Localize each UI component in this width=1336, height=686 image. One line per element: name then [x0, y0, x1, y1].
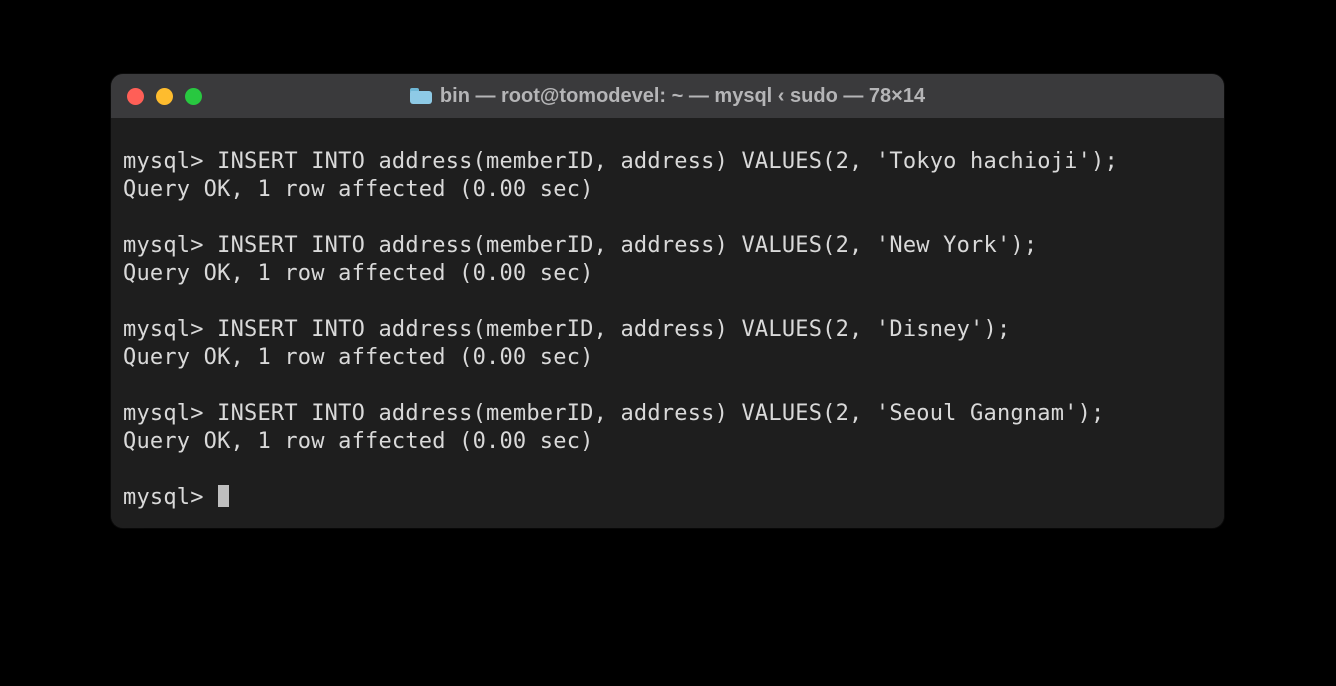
prompt: mysql>	[123, 401, 217, 426]
terminal-body[interactable]: mysql> INSERT INTO address(memberID, add…	[111, 118, 1224, 528]
command-text: INSERT INTO address(memberID, address) V…	[217, 149, 1118, 174]
command-text: INSERT INTO address(memberID, address) V…	[217, 317, 1010, 342]
terminal-line-blank	[123, 456, 1212, 484]
terminal-line-blank	[123, 204, 1212, 232]
terminal-prompt-line[interactable]: mysql>	[123, 484, 1212, 512]
terminal-line: Query OK, 1 row affected (0.00 sec)	[123, 176, 1212, 204]
terminal-line: mysql> INSERT INTO address(memberID, add…	[123, 316, 1212, 344]
titlebar[interactable]: bin — root@tomodevel: ~ — mysql ‹ sudo —…	[111, 74, 1224, 118]
window-title: bin — root@tomodevel: ~ — mysql ‹ sudo —…	[440, 85, 925, 108]
prompt: mysql>	[123, 485, 217, 510]
terminal-line-blank	[123, 288, 1212, 316]
terminal-line: mysql> INSERT INTO address(memberID, add…	[123, 232, 1212, 260]
terminal-line: Query OK, 1 row affected (0.00 sec)	[123, 428, 1212, 456]
maximize-button[interactable]	[185, 88, 202, 105]
terminal-line: Query OK, 1 row affected (0.00 sec)	[123, 344, 1212, 372]
cursor	[218, 485, 229, 507]
terminal-line: Query OK, 1 row affected (0.00 sec)	[123, 260, 1212, 288]
title-wrap: bin — root@tomodevel: ~ — mysql ‹ sudo —…	[111, 85, 1224, 108]
terminal-line: mysql> INSERT INTO address(memberID, add…	[123, 400, 1212, 428]
prompt: mysql>	[123, 317, 217, 342]
prompt: mysql>	[123, 233, 217, 258]
command-text: INSERT INTO address(memberID, address) V…	[217, 233, 1037, 258]
prompt: mysql>	[123, 149, 217, 174]
folder-icon	[410, 88, 432, 104]
close-button[interactable]	[127, 88, 144, 105]
traffic-lights	[127, 88, 202, 105]
command-text: INSERT INTO address(memberID, address) V…	[217, 401, 1104, 426]
terminal-window: bin — root@tomodevel: ~ — mysql ‹ sudo —…	[111, 74, 1224, 528]
terminal-line: mysql> INSERT INTO address(memberID, add…	[123, 148, 1212, 176]
terminal-line-blank	[123, 372, 1212, 400]
minimize-button[interactable]	[156, 88, 173, 105]
